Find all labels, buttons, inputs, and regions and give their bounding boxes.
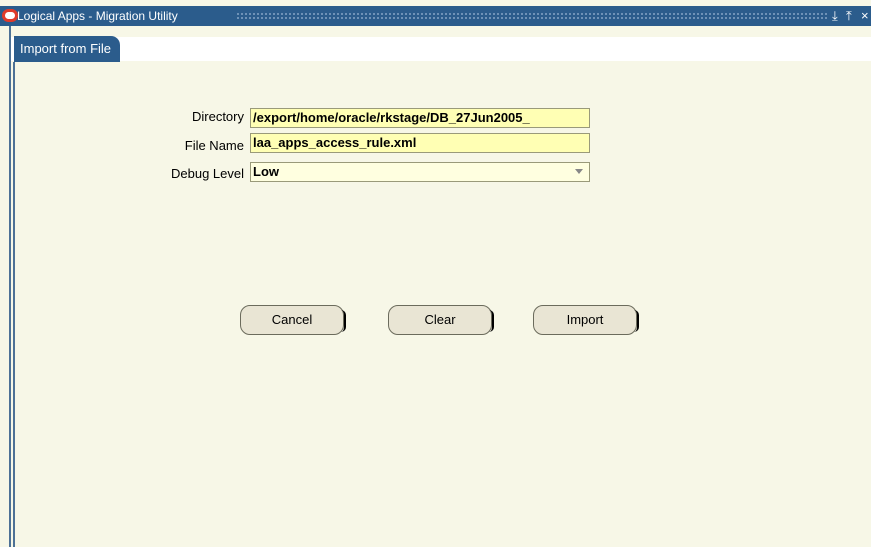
tab-strip [10, 37, 871, 61]
directory-field[interactable]: /export/home/oracle/rkstage/DB_27Jun2005… [250, 108, 590, 128]
file-name-field[interactable]: laa_apps_access_rule.xml [250, 133, 590, 153]
directory-label: Directory [191, 109, 244, 124]
maximize-icon[interactable]: ⤒ [846, 8, 852, 24]
oracle-logo-icon [2, 9, 18, 22]
import-button[interactable]: Import [533, 305, 639, 335]
title-bar: Logical Apps - Migration Utility ⤓ ⤒ × [0, 6, 871, 26]
clear-button[interactable]: Clear [388, 305, 494, 335]
title-bar-grip[interactable] [236, 12, 828, 21]
file-name-value: laa_apps_access_rule.xml [253, 135, 417, 150]
window-border [9, 26, 11, 547]
debug-level-label: Debug Level [171, 166, 244, 181]
close-icon[interactable]: × [861, 8, 869, 24]
tab-import-from-file[interactable]: Import from File [14, 36, 121, 62]
minimize-icon[interactable]: ⤓ [832, 8, 838, 24]
app-window: Logical Apps - Migration Utility ⤓ ⤒ × I… [0, 0, 871, 547]
chevron-down-icon[interactable] [575, 169, 583, 174]
cancel-button[interactable]: Cancel [240, 305, 346, 335]
debug-level-select[interactable]: Low [250, 162, 590, 182]
debug-level-value: Low [253, 164, 279, 179]
window-title: Logical Apps - Migration Utility [17, 9, 178, 23]
directory-value: /export/home/oracle/rkstage/DB_27Jun2005… [253, 110, 530, 125]
file-name-label: File Name [184, 138, 244, 153]
